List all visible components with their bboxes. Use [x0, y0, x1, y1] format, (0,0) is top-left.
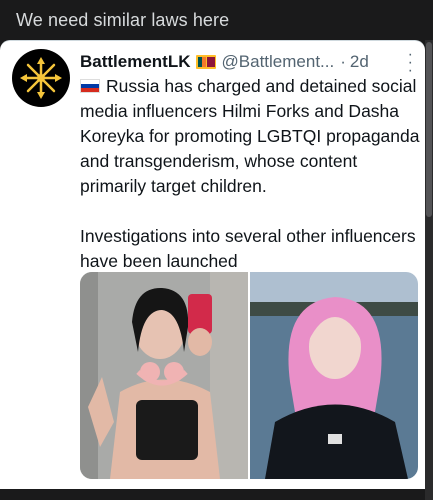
compass-logo-icon: [20, 57, 62, 99]
display-name[interactable]: BattlementLK: [80, 52, 191, 72]
tweet-text: Russia has charged and detained social m…: [80, 74, 420, 274]
avatar[interactable]: [12, 49, 70, 107]
post-title: We need similar laws here: [16, 10, 230, 30]
sri-lanka-flag-icon: [195, 55, 216, 69]
lakeside-portrait-photo[interactable]: [250, 272, 418, 479]
user-handle[interactable]: @Battlement...: [222, 52, 335, 72]
russia-flag-icon: [80, 79, 100, 93]
tweet-header: BattlementLK @Battlement... · 2d: [80, 51, 420, 73]
more-dots-icon[interactable]: · · ·: [408, 47, 413, 79]
tweet-media[interactable]: [80, 272, 418, 479]
tweet-paragraph: Russia has charged and detained social m…: [80, 74, 420, 199]
selfie-photo[interactable]: [80, 272, 248, 479]
embedded-tweet[interactable]: BattlementLK @Battlement... · 2d · · · Rus…: [0, 40, 425, 489]
separator-dot: ·: [340, 52, 346, 71]
scrollbar-thumb[interactable]: [426, 42, 432, 217]
tweet-paragraph: Investigations into several other influe…: [80, 226, 416, 271]
tweet-paragraph-text: Russia has charged and detained social m…: [80, 76, 420, 196]
tweet-timestamp[interactable]: 2d: [350, 52, 369, 72]
